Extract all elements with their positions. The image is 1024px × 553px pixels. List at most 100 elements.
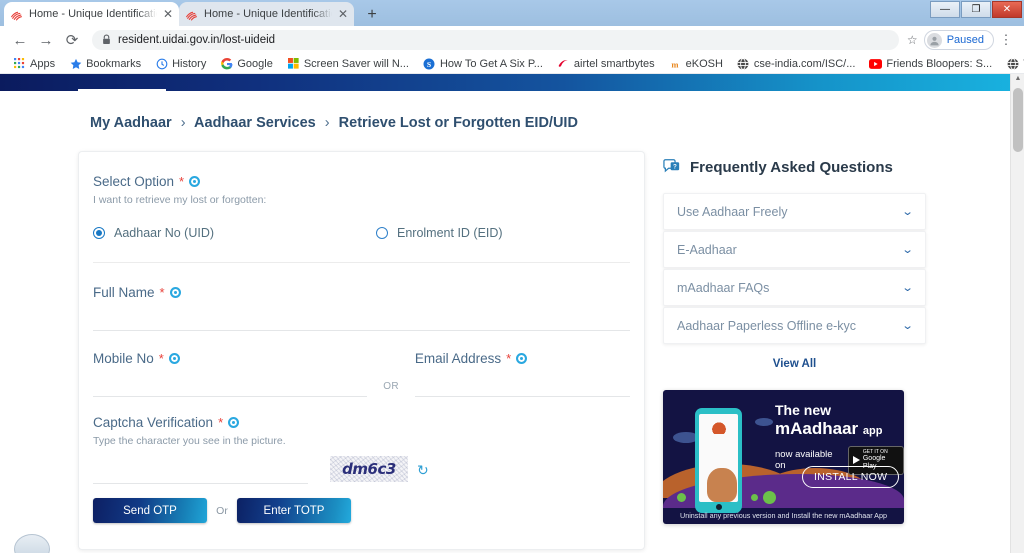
breadcrumb: My Aadhaar › Aadhaar Services › Retrieve… xyxy=(90,115,1010,131)
banner-footer-note: Uninstall any previous version and Insta… xyxy=(680,511,887,520)
faq-item-aadhaar-paperless-offline-ekyc[interactable]: Aadhaar Paperless Offline e-kyc ⌄ xyxy=(663,307,926,344)
bookmark-label: eKOSH xyxy=(685,57,723,70)
email-address-input[interactable] xyxy=(414,366,630,397)
enter-totp-button[interactable]: Enter TOTP xyxy=(237,498,351,523)
radio-indicator-unselected[interactable] xyxy=(376,227,388,239)
maadhaar-app-banner[interactable]: The new mAadhaar app now available on GE… xyxy=(663,390,904,524)
banner-app-name: mAadhaar xyxy=(775,419,859,438)
close-icon[interactable]: ✕ xyxy=(163,8,173,20)
bookmark-google[interactable]: Google xyxy=(213,57,279,70)
bookmark-top-ten-psychology[interactable]: Top Ten Psycholog... xyxy=(999,57,1024,70)
breadcrumb-item-aadhaar-services[interactable]: Aadhaar Services xyxy=(194,115,316,131)
faq-item-label: Aadhaar Paperless Offline e-kyc xyxy=(677,318,857,333)
bookmark-label: How To Get A Six P... xyxy=(439,57,543,70)
bush-shape xyxy=(763,491,776,504)
faq-item-use-aadhaar-freely[interactable]: Use Aadhaar Freely ⌄ xyxy=(663,193,926,230)
bookmark-screensaver[interactable]: Screen Saver will N... xyxy=(280,57,416,70)
close-icon[interactable]: ✕ xyxy=(338,8,348,20)
info-icon[interactable] xyxy=(169,287,181,298)
bookmark-ekosh[interactable]: m eKOSH xyxy=(662,57,730,70)
info-icon[interactable] xyxy=(228,417,240,428)
faq-item-label: Use Aadhaar Freely xyxy=(677,204,788,219)
browser-tab-2[interactable]: Home - Unique Identification Au ✕ xyxy=(179,2,354,26)
bookmark-label: Friends Bloopers: S... xyxy=(886,57,993,70)
address-bar[interactable]: resident.uidai.gov.in/lost-uideid xyxy=(92,30,899,50)
bookmark-history[interactable]: History xyxy=(148,57,213,70)
chevron-down-icon[interactable]: ⌄ xyxy=(901,243,913,256)
full-name-label: Full Name * xyxy=(93,285,630,300)
bookmark-sixpack[interactable]: S How To Get A Six P... xyxy=(416,57,550,70)
forward-icon[interactable]: → xyxy=(34,28,58,52)
bookmark-cse-india[interactable]: cse-india.com/ISC/... xyxy=(730,57,862,70)
info-icon[interactable] xyxy=(189,176,201,187)
site-navbar xyxy=(0,74,1024,91)
faq-view-all-link[interactable]: View All xyxy=(663,358,926,370)
radio-indicator-selected[interactable] xyxy=(93,227,105,239)
bookmark-apps[interactable]: Apps xyxy=(6,57,62,70)
bookmark-bookmarks[interactable]: Bookmarks xyxy=(62,57,148,70)
captcha-input[interactable] xyxy=(93,457,308,484)
profile-button[interactable]: Paused xyxy=(923,30,994,50)
select-option-label-text: Select Option xyxy=(93,174,175,189)
page-content: My Aadhaar › Aadhaar Services › Retrieve… xyxy=(0,115,1010,553)
chevron-down-icon[interactable]: ⌄ xyxy=(901,319,913,332)
bookmark-label: Apps xyxy=(30,57,56,70)
captcha-field-group: Captcha Verification * Type the characte… xyxy=(93,415,630,484)
chat-widget-button[interactable] xyxy=(14,534,50,553)
globe-icon xyxy=(1006,57,1019,70)
avatar xyxy=(926,32,942,48)
scroll-up-icon[interactable]: ▲ xyxy=(1011,75,1024,87)
radio-option-enrolment-id[interactable]: Enrolment ID (EID) xyxy=(376,226,503,240)
page-viewport: My Aadhaar › Aadhaar Services › Retrieve… xyxy=(0,74,1024,553)
retrieve-form-card: Select Option * I want to retrieve my lo… xyxy=(78,151,645,550)
select-option-hint: I want to retrieve my lost or forgotten: xyxy=(93,194,267,206)
ekosh-icon: m xyxy=(669,57,682,70)
info-icon[interactable] xyxy=(168,353,180,364)
browser-window: Home - Unique Identification Au ✕ Home -… xyxy=(0,0,1024,553)
page-scrollbar[interactable]: ▲ xyxy=(1010,74,1024,553)
faq-item-maadhaar-faqs[interactable]: mAadhaar FAQs ⌄ xyxy=(663,269,926,306)
reload-icon[interactable]: ⟳ xyxy=(60,28,84,52)
scrollbar-thumb[interactable] xyxy=(1013,88,1023,152)
maximize-button[interactable]: ❐ xyxy=(961,1,991,18)
radio-label: Aadhaar No (UID) xyxy=(114,226,215,240)
mobile-no-input[interactable] xyxy=(93,366,368,397)
back-icon[interactable]: ← xyxy=(8,28,32,52)
required-mark: * xyxy=(506,351,512,366)
breadcrumb-item-my-aadhaar[interactable]: My Aadhaar xyxy=(90,115,172,131)
bookmark-label: Google xyxy=(237,57,273,70)
bookmark-label: Screen Saver will N... xyxy=(303,57,409,70)
banner-app-word: app xyxy=(862,425,883,437)
bookmark-star-icon[interactable]: ☆ xyxy=(907,33,918,47)
chevron-down-icon[interactable]: ⌄ xyxy=(901,281,913,294)
section-divider xyxy=(93,262,630,263)
phone-home-button xyxy=(715,504,722,510)
browser-menu-icon[interactable]: ⋮ xyxy=(996,33,1016,46)
browser-toolbar: ← → ⟳ resident.uidai.gov.in/lost-uideid … xyxy=(0,26,1024,54)
browser-tab-1[interactable]: Home - Unique Identification Au ✕ xyxy=(4,2,179,26)
banner-line2: mAadhaar app xyxy=(775,419,904,439)
captcha-hint: Type the character you see in the pictur… xyxy=(93,435,286,447)
youtube-icon xyxy=(869,57,883,70)
bookmark-airtel[interactable]: airtel smartbytes xyxy=(550,57,662,70)
radio-option-aadhaar-no[interactable]: Aadhaar No (UID) xyxy=(93,226,376,240)
content-columns: Select Option * I want to retrieve my lo… xyxy=(78,151,1010,550)
bush-shape xyxy=(751,494,758,501)
install-now-button[interactable]: INSTALL NOW xyxy=(802,466,900,488)
bookmark-friends-bloopers[interactable]: Friends Bloopers: S... xyxy=(862,57,999,70)
mobile-no-field-group: Mobile No * xyxy=(93,351,368,397)
banner-text: The new mAadhaar app now available on GE… xyxy=(775,402,904,475)
info-icon[interactable] xyxy=(516,353,528,364)
captcha-refresh-icon[interactable]: ↻ xyxy=(417,462,429,479)
chevron-down-icon[interactable]: ⌄ xyxy=(901,205,913,218)
bookmark-label: Bookmarks xyxy=(86,57,142,70)
faq-item-e-aadhaar[interactable]: E-Aadhaar ⌄ xyxy=(663,231,926,268)
minimize-button[interactable]: — xyxy=(930,1,960,18)
faq-item-label: E-Aadhaar xyxy=(677,242,737,257)
send-otp-button[interactable]: Send OTP xyxy=(93,498,207,523)
window-close-button[interactable]: ✕ xyxy=(992,1,1022,18)
new-tab-button[interactable]: + xyxy=(358,4,386,26)
full-name-input[interactable] xyxy=(93,300,630,331)
required-mark: * xyxy=(218,415,224,430)
faq-chat-icon: ? xyxy=(663,159,681,176)
